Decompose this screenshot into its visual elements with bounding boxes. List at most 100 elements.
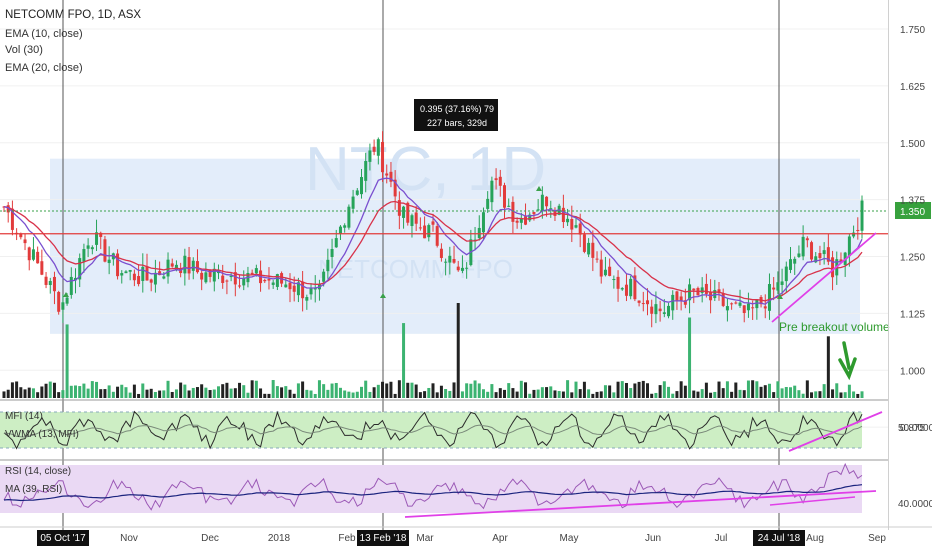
candle-body <box>292 285 296 292</box>
candle-body <box>326 259 330 272</box>
candle-body <box>414 212 418 224</box>
volume-bar <box>490 384 494 398</box>
volume-bar <box>418 392 422 398</box>
candle-body <box>343 225 347 228</box>
price-tick-label: 1.375 <box>900 196 925 207</box>
volume-bar <box>355 391 359 398</box>
rsi-band <box>0 465 862 513</box>
measure-tooltip-line1: 0.395 (37.16%) 79 <box>420 104 494 114</box>
candle-body <box>254 268 258 274</box>
time-tick-label: Mar <box>416 533 434 544</box>
volume-bar <box>469 383 473 398</box>
volume-bar <box>608 385 612 398</box>
candle-body <box>805 238 809 241</box>
candle-body <box>620 288 624 290</box>
candle-body <box>242 278 246 286</box>
candle-body <box>574 225 578 228</box>
volume-bar <box>700 389 704 398</box>
chart-title: NETCOMM FPO, 1D, ASX <box>5 9 141 21</box>
volume-bar <box>250 380 254 398</box>
volume-bar <box>242 385 246 398</box>
candle-body <box>103 239 107 262</box>
volume-bar <box>477 383 481 398</box>
candle-body <box>612 279 616 281</box>
volume-bar <box>95 381 99 398</box>
candle-body <box>86 245 90 249</box>
volume-bar <box>427 387 431 398</box>
volume-bar <box>574 381 578 398</box>
time-tick-label: Jul <box>715 533 728 544</box>
candle-body <box>137 276 141 285</box>
volume-bar <box>755 381 759 398</box>
candle-body <box>662 312 666 314</box>
candle-body <box>810 242 814 260</box>
volume-bar <box>595 391 599 398</box>
highlighted-date-label: 05 Oct '17 <box>40 533 86 544</box>
volume-bar <box>448 390 452 398</box>
volume-bar <box>818 391 822 398</box>
volume-bar <box>111 391 115 398</box>
candle-body <box>351 196 355 209</box>
candle-body <box>624 284 628 296</box>
candle-body <box>831 257 835 278</box>
time-tick-label: Nov <box>120 533 138 544</box>
volume-bar <box>191 387 195 398</box>
volume-bar <box>789 387 792 398</box>
candle-body <box>385 173 389 176</box>
volume-bar <box>74 385 77 398</box>
volume-bar <box>679 381 683 398</box>
candle-body <box>486 198 490 209</box>
volume-bar <box>704 382 708 398</box>
volume-bar <box>435 392 439 398</box>
volume-bar <box>225 382 229 398</box>
indicator-vol-label: Vol (30) <box>5 44 43 56</box>
volume-bar <box>27 387 31 398</box>
volume-bar <box>69 385 73 398</box>
candle-body <box>465 267 469 269</box>
highlighted-date-label: 24 Jul '18 <box>758 533 801 544</box>
volume-bar <box>271 380 275 398</box>
volume-bar <box>650 393 654 398</box>
volume-bar <box>591 393 595 398</box>
volume-bar <box>145 389 149 398</box>
candle-body <box>435 226 439 246</box>
candle-body <box>284 284 288 288</box>
candle-body <box>481 212 485 233</box>
volume-bar <box>456 303 460 398</box>
volume-bar <box>153 391 157 398</box>
volume-bar <box>343 390 347 398</box>
volume-bar <box>330 383 334 398</box>
candle-body <box>44 276 48 285</box>
candle-body <box>532 212 536 215</box>
volume-bar <box>99 389 103 398</box>
candle-body <box>23 239 27 244</box>
candle-body <box>637 300 641 303</box>
volume-bar <box>347 391 351 398</box>
volume-bar <box>545 387 549 398</box>
candle-body <box>650 306 654 314</box>
candle-body <box>549 208 553 210</box>
volume-bar <box>36 392 40 398</box>
volume-bar <box>805 380 809 398</box>
volume-bar <box>376 384 380 398</box>
volume-bar <box>767 383 771 398</box>
volume-bar <box>481 389 485 398</box>
candle-body <box>444 261 448 263</box>
volume-bar <box>166 380 170 398</box>
volume-bar <box>187 390 191 398</box>
volume-bar <box>801 393 805 398</box>
volume-bar <box>759 386 763 398</box>
candle-body <box>578 223 582 235</box>
volume-bar <box>831 389 835 398</box>
candle-body <box>448 255 452 263</box>
volume-bar <box>444 389 448 398</box>
volume-bar <box>835 383 839 398</box>
candle-body <box>801 236 805 257</box>
volume-bar <box>372 387 376 398</box>
time-tick-label: Feb <box>338 533 356 544</box>
volume-bar <box>616 381 620 398</box>
volume-bar <box>254 380 258 398</box>
volume-bar <box>200 384 204 398</box>
volume-bar <box>6 389 10 398</box>
volume-bar <box>296 383 300 398</box>
